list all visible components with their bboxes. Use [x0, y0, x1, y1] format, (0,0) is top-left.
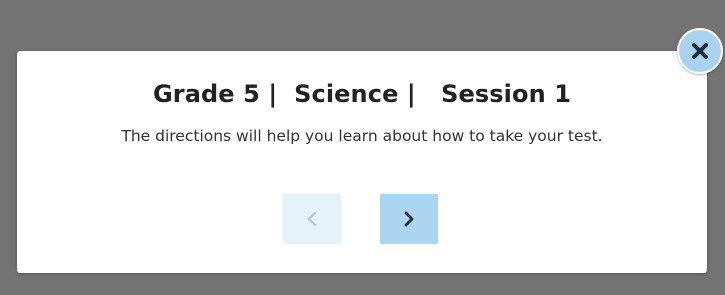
dialog-title: Grade 5 | Science | Session 1	[152, 80, 572, 108]
chevron-right-icon	[404, 211, 414, 227]
directions-dialog: Grade 5 | Science | Session 1 The direct…	[17, 51, 707, 273]
next-button[interactable]	[380, 194, 438, 244]
chevron-left-icon	[307, 211, 317, 227]
close-button[interactable]	[677, 28, 723, 74]
dialog-description: The directions will help you learn about…	[121, 127, 603, 145]
previous-button[interactable]	[283, 194, 341, 244]
close-icon	[692, 43, 708, 59]
